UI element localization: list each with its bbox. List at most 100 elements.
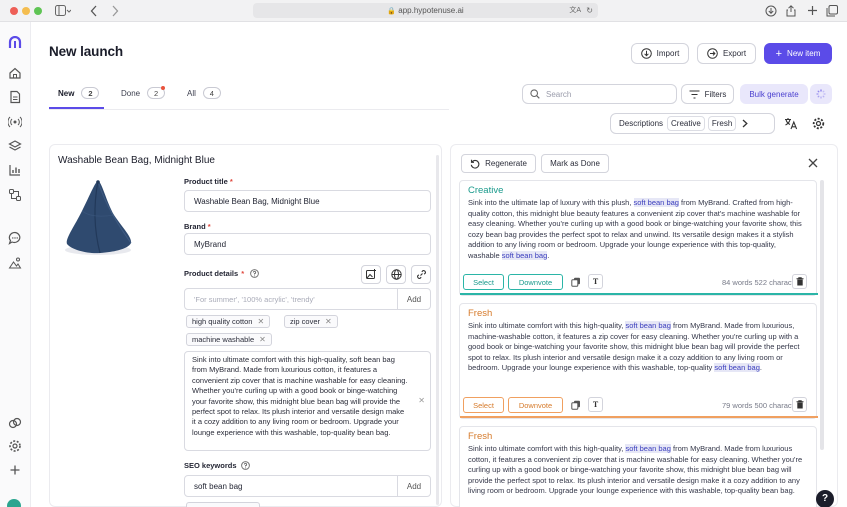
product-description-textarea[interactable]: Sink into ultimate comfort with this hig… bbox=[184, 351, 431, 451]
remove-tag-icon[interactable]: ✕ bbox=[325, 317, 332, 326]
tab-all-label: All bbox=[187, 88, 196, 98]
copy-icon[interactable] bbox=[568, 274, 583, 289]
export-button[interactable]: Export bbox=[697, 43, 756, 64]
import-button[interactable]: Import bbox=[631, 43, 689, 64]
description-chip-fresh[interactable]: Fresh bbox=[707, 116, 737, 131]
copy-icon[interactable] bbox=[568, 397, 583, 412]
import-label: Import bbox=[656, 49, 680, 58]
descriptions-selector[interactable]: Descriptions Creative Fresh bbox=[610, 113, 775, 134]
product-name-heading: Washable Bean Bag, Midnight Blue bbox=[58, 155, 215, 166]
seo-keywords-label: SEO keywords bbox=[184, 461, 250, 470]
forward-icon[interactable] bbox=[111, 5, 119, 17]
search-input[interactable]: Search bbox=[522, 84, 677, 104]
avatar[interactable] bbox=[7, 499, 21, 507]
product-image bbox=[62, 177, 134, 257]
filters-button[interactable]: Filters bbox=[681, 84, 734, 104]
tab-done[interactable]: Done 2 bbox=[121, 86, 166, 99]
tab-all[interactable]: All 4 bbox=[187, 87, 221, 99]
right-scrollbar[interactable] bbox=[820, 180, 824, 450]
card-accent-bar bbox=[460, 293, 818, 295]
details-add-button[interactable]: Add bbox=[397, 289, 430, 309]
tab-new-label: New bbox=[58, 88, 75, 98]
sidebar-toggle-icon[interactable] bbox=[55, 5, 71, 17]
help-button[interactable]: ? bbox=[816, 490, 834, 507]
new-item-button[interactable]: + New item bbox=[764, 43, 832, 64]
tab-divider bbox=[49, 109, 449, 110]
filters-label: Filters bbox=[704, 89, 727, 99]
globe-icon bbox=[390, 269, 402, 280]
link-import-button[interactable] bbox=[411, 265, 431, 284]
home-icon[interactable] bbox=[8, 66, 22, 80]
zoom-window-button[interactable] bbox=[34, 7, 42, 15]
description-chip-creative[interactable]: Creative bbox=[667, 116, 705, 131]
info-icon[interactable] bbox=[250, 269, 260, 278]
image-edit-icon[interactable] bbox=[8, 256, 22, 270]
share-icon[interactable] bbox=[786, 5, 796, 17]
chevron-right-icon[interactable] bbox=[742, 119, 749, 128]
info-icon[interactable] bbox=[240, 461, 250, 470]
close-window-button[interactable] bbox=[10, 7, 18, 15]
remove-tag-icon[interactable]: ✕ bbox=[259, 335, 266, 344]
product-title-input[interactable]: Washable Bean Bag, Midnight Blue bbox=[184, 190, 431, 212]
back-icon[interactable] bbox=[90, 5, 98, 17]
gear-icon[interactable] bbox=[812, 117, 825, 130]
mark-as-done-button[interactable]: Mark as Done bbox=[541, 154, 609, 173]
search-icon bbox=[530, 89, 540, 99]
seo-tag bbox=[186, 502, 260, 507]
select-button[interactable]: Select bbox=[463, 274, 504, 290]
left-scrollbar[interactable] bbox=[436, 155, 439, 505]
tab-done-label: Done bbox=[121, 88, 141, 98]
detail-tag: zip cover ✕ bbox=[284, 315, 338, 328]
image-upload-button[interactable] bbox=[361, 265, 381, 284]
clear-description-icon[interactable]: ✕ bbox=[418, 396, 425, 406]
new-item-label: New item bbox=[787, 49, 821, 58]
tag-label: zip cover bbox=[290, 317, 321, 326]
translate-icon[interactable] bbox=[784, 117, 798, 130]
new-tab-icon[interactable] bbox=[807, 5, 818, 16]
address-bar[interactable]: 🔒 app.hypotenuse.ai 文A ↻ bbox=[253, 3, 598, 18]
document-icon[interactable] bbox=[8, 90, 22, 104]
analytics-icon[interactable] bbox=[8, 163, 22, 177]
plus-icon[interactable] bbox=[8, 463, 22, 477]
image-plus-icon bbox=[365, 269, 377, 280]
seo-keywords-input[interactable]: soft bean bag Add bbox=[184, 475, 431, 497]
remove-tag-icon[interactable]: ✕ bbox=[257, 317, 264, 326]
integrations-icon[interactable] bbox=[8, 416, 22, 430]
web-import-button[interactable] bbox=[386, 265, 406, 284]
translate-icon[interactable]: 文A bbox=[569, 3, 581, 18]
regenerate-button[interactable]: Regenerate bbox=[461, 154, 536, 173]
downvote-button[interactable]: Downvote bbox=[508, 397, 563, 413]
plus-icon: + bbox=[775, 47, 783, 60]
reload-icon[interactable]: ↻ bbox=[586, 3, 593, 18]
product-details-input[interactable]: 'For summer', '100% acrylic', 'trendy' A… bbox=[184, 288, 431, 310]
download-icon[interactable] bbox=[765, 5, 777, 17]
select-button[interactable]: Select bbox=[463, 397, 504, 413]
broadcast-icon[interactable] bbox=[8, 115, 22, 129]
description-card: Creative Sink into the ultimate lap of l… bbox=[459, 180, 818, 296]
brand-label: Brand * bbox=[184, 222, 211, 231]
downvote-button[interactable]: Downvote bbox=[508, 274, 563, 290]
tab-new[interactable]: New 2 bbox=[58, 87, 100, 99]
keyword-highlight: soft bean bag bbox=[625, 444, 671, 453]
text-format-icon[interactable]: T bbox=[588, 274, 603, 289]
chat-icon[interactable] bbox=[8, 231, 22, 245]
description-text: Sink into ultimate comfort with this hig… bbox=[192, 355, 408, 437]
tag-label: machine washable bbox=[192, 335, 255, 344]
bulk-generate-button[interactable]: Bulk generate bbox=[740, 84, 808, 104]
text-format-icon[interactable]: T bbox=[588, 397, 603, 412]
card-text: Sink into ultimate comfort with this hig… bbox=[468, 321, 800, 372]
hypotenuse-logo-icon[interactable] bbox=[8, 36, 22, 50]
minimize-window-button[interactable] bbox=[22, 7, 30, 15]
tab-all-count: 4 bbox=[202, 87, 221, 99]
workflow-icon[interactable] bbox=[8, 188, 22, 202]
tab-overview-icon[interactable] bbox=[826, 5, 838, 17]
settings-icon[interactable] bbox=[8, 439, 22, 453]
keyword-highlight: soft bean bag bbox=[714, 363, 760, 372]
brand-input[interactable]: MyBrand bbox=[184, 233, 431, 255]
seo-add-button[interactable]: Add bbox=[397, 476, 430, 496]
close-icon[interactable] bbox=[808, 158, 818, 168]
layers-icon[interactable] bbox=[8, 139, 22, 153]
trash-icon[interactable] bbox=[792, 274, 807, 289]
keyword-highlight: soft bean bag bbox=[625, 321, 671, 330]
trash-icon[interactable] bbox=[792, 397, 807, 412]
